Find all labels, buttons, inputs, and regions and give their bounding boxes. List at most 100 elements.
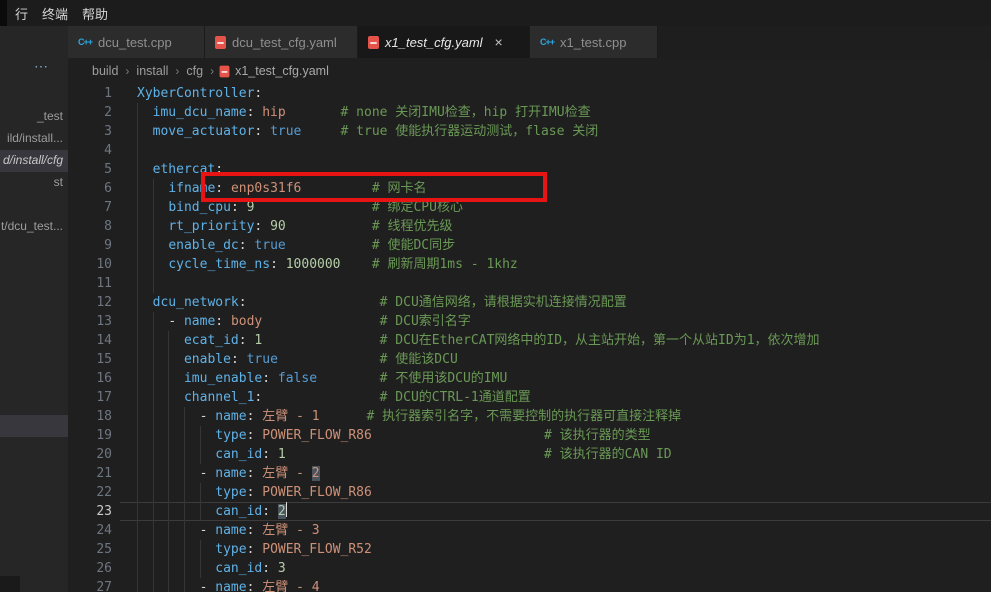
breadcrumb: build›install›cfg›x1_test_cfg.yaml [68, 58, 991, 84]
list-item[interactable]: st [0, 172, 68, 194]
token-key: ecat_id [184, 333, 239, 348]
chevron-right-icon: › [170, 64, 184, 78]
code-line[interactable]: 27 - name: 左臂 - 4 [68, 578, 991, 592]
token-key: rt_priority [168, 219, 254, 234]
list-item[interactable]: _test [0, 106, 68, 128]
token-strhl: 2 [312, 466, 320, 481]
token-pl [301, 181, 371, 196]
token-key: imu_enable [184, 371, 262, 386]
token-pl [137, 162, 153, 177]
code-line[interactable]: 14 ecat_id: 1 # DCU在EtherCAT网络中的ID，从主站开始… [68, 331, 991, 350]
code-line[interactable]: 16 imu_enable: false # 不使用该DCU的IMU [68, 369, 991, 388]
line-number: 2 [68, 103, 112, 122]
code-line[interactable]: 11 [68, 274, 991, 293]
token-com: # DCU的CTRL-1通道配置 [380, 390, 531, 405]
tab-x1_test_cfg.yaml[interactable]: x1_test_cfg.yaml× [358, 26, 530, 58]
token-num: 3 [278, 561, 286, 576]
token-pl [137, 333, 184, 348]
list-item-label: t/dcu_test... [1, 219, 63, 233]
line-number: 27 [68, 578, 112, 592]
breadcrumb-file[interactable]: x1_test_cfg.yaml [219, 64, 329, 78]
token-bool: true [254, 238, 285, 253]
token-pl [137, 352, 184, 367]
code-line[interactable]: 19 type: POWER_FLOW_R86 # 该执行器的类型 [68, 426, 991, 445]
tab-label: dcu_test_cfg.yaml [232, 35, 337, 50]
menu-item-2[interactable]: 终端 [35, 4, 75, 23]
yaml-file-icon [220, 65, 230, 77]
token-com: # 该执行器的类型 [544, 428, 651, 443]
indent-guide [137, 274, 138, 293]
token-key: type [215, 485, 246, 500]
line-number: 14 [68, 331, 112, 350]
token-key: ethercat [153, 162, 216, 177]
token-str: enp0s31f6 [231, 181, 301, 196]
code-editor[interactable]: 1XyberController:2 imu_dcu_name: hip # n… [68, 84, 991, 592]
code-line[interactable]: 18 - name: 左臂 - 1 # 执行器索引名字，不需要控制的执行器可直接… [68, 407, 991, 426]
menu-item-1[interactable]: 行 [8, 4, 35, 23]
code-line[interactable]: 1XyberController: [68, 84, 991, 103]
code-line[interactable]: 15 enable: true # 使能该DCU [68, 350, 991, 369]
token-punc: : [239, 333, 247, 348]
code-text: imu_dcu_name: hip # none 关闭IMU检查，hip 打开I… [137, 103, 591, 122]
code-line[interactable]: 7 bind_cpu: 9 # 绑定CPU核心 [68, 198, 991, 217]
token-key: name [215, 466, 246, 481]
token-key: bind_cpu [168, 200, 231, 215]
tab-label: dcu_test.cpp [98, 35, 172, 50]
token-key: type [215, 542, 246, 557]
code-text: imu_enable: false # 不使用该DCU的IMU [137, 369, 507, 388]
breadcrumb-item-build[interactable]: build [90, 64, 120, 78]
token-str: POWER_FLOW_R52 [262, 542, 372, 557]
code-text: - name: 左臂 - 4 [137, 578, 320, 592]
code-line[interactable]: 9 enable_dc: true # 使能DC同步 [68, 236, 991, 255]
tab-x1_test.cpp[interactable]: C++x1_test.cpp [530, 26, 658, 58]
code-text: move_actuator: true # true 使能执行器运动测试，fla… [137, 122, 598, 141]
token-pl [262, 333, 379, 348]
code-line[interactable]: 26 can_id: 3 [68, 559, 991, 578]
code-line[interactable]: 5 ethercat: [68, 160, 991, 179]
code-line[interactable]: 3 move_actuator: true # true 使能执行器运动测试，f… [68, 122, 991, 141]
tab-dcu_test_cfg.yaml[interactable]: dcu_test_cfg.yaml [205, 26, 358, 58]
code-line[interactable]: 17 channel_1: # DCU的CTRL-1通道配置 [68, 388, 991, 407]
code-text: can_id: 1 # 该执行器的CAN ID [137, 445, 672, 464]
token-pl [137, 238, 168, 253]
tab-label: x1_test.cpp [560, 35, 627, 50]
code-text: ifname: enp0s31f6 # 网卡名 [137, 179, 427, 198]
token-key: enable_dc [168, 238, 238, 253]
breadcrumb-file-label: x1_test_cfg.yaml [235, 64, 329, 78]
list-item[interactable]: ild/install... [0, 128, 68, 150]
code-text: rt_priority: 90 # 线程优先级 [137, 217, 452, 236]
breadcrumb-item-install[interactable]: install [134, 64, 170, 78]
token-pl [223, 314, 231, 329]
menu-item-3[interactable]: 帮助 [75, 4, 115, 23]
token-pl [137, 181, 168, 196]
list-item-highlight[interactable] [0, 415, 68, 437]
code-line[interactable]: 24 - name: 左臂 - 3 [68, 521, 991, 540]
code-line[interactable]: 12 dcu_network: # DCU通信网络，请根据实机连接情况配置 [68, 293, 991, 312]
code-line[interactable]: 2 imu_dcu_name: hip # none 关闭IMU检查，hip 打… [68, 103, 991, 122]
breadcrumb-item-cfg[interactable]: cfg [184, 64, 205, 78]
more-actions-icon[interactable]: ⋯ [34, 58, 49, 75]
list-item[interactable]: t/dcu_test... [0, 216, 68, 238]
code-line[interactable]: 6 ifname: enp0s31f6 # 网卡名 [68, 179, 991, 198]
code-line[interactable]: 10 cycle_time_ns: 1000000 # 刷新周期1ms - 1k… [68, 255, 991, 274]
token-pl [320, 409, 367, 424]
code-line[interactable]: 25 type: POWER_FLOW_R52 [68, 540, 991, 559]
token-pl [137, 124, 153, 139]
token-str: 左臂 - 4 [262, 580, 319, 592]
token-pl [137, 466, 200, 481]
code-line[interactable]: 13 - name: body # DCU索引名字 [68, 312, 991, 331]
token-pl [286, 238, 372, 253]
close-icon[interactable]: × [495, 35, 503, 49]
code-line[interactable]: 20 can_id: 1 # 该执行器的CAN ID [68, 445, 991, 464]
list-item[interactable]: d/install/cfg [0, 150, 68, 172]
code-line[interactable]: 8 rt_priority: 90 # 线程优先级 [68, 217, 991, 236]
token-punc: : [254, 86, 262, 101]
tab-dcu_test.cpp[interactable]: C++dcu_test.cpp [68, 26, 205, 58]
code-line[interactable]: 23 can_id: 2 [68, 502, 991, 521]
code-line[interactable]: 21 - name: 左臂 - 2 [68, 464, 991, 483]
code-text: bind_cpu: 9 # 绑定CPU核心 [137, 198, 463, 217]
token-pl [286, 105, 341, 120]
code-line[interactable]: 4 [68, 141, 991, 160]
token-numhl: 2 [278, 504, 286, 519]
code-line[interactable]: 22 type: POWER_FLOW_R86 [68, 483, 991, 502]
